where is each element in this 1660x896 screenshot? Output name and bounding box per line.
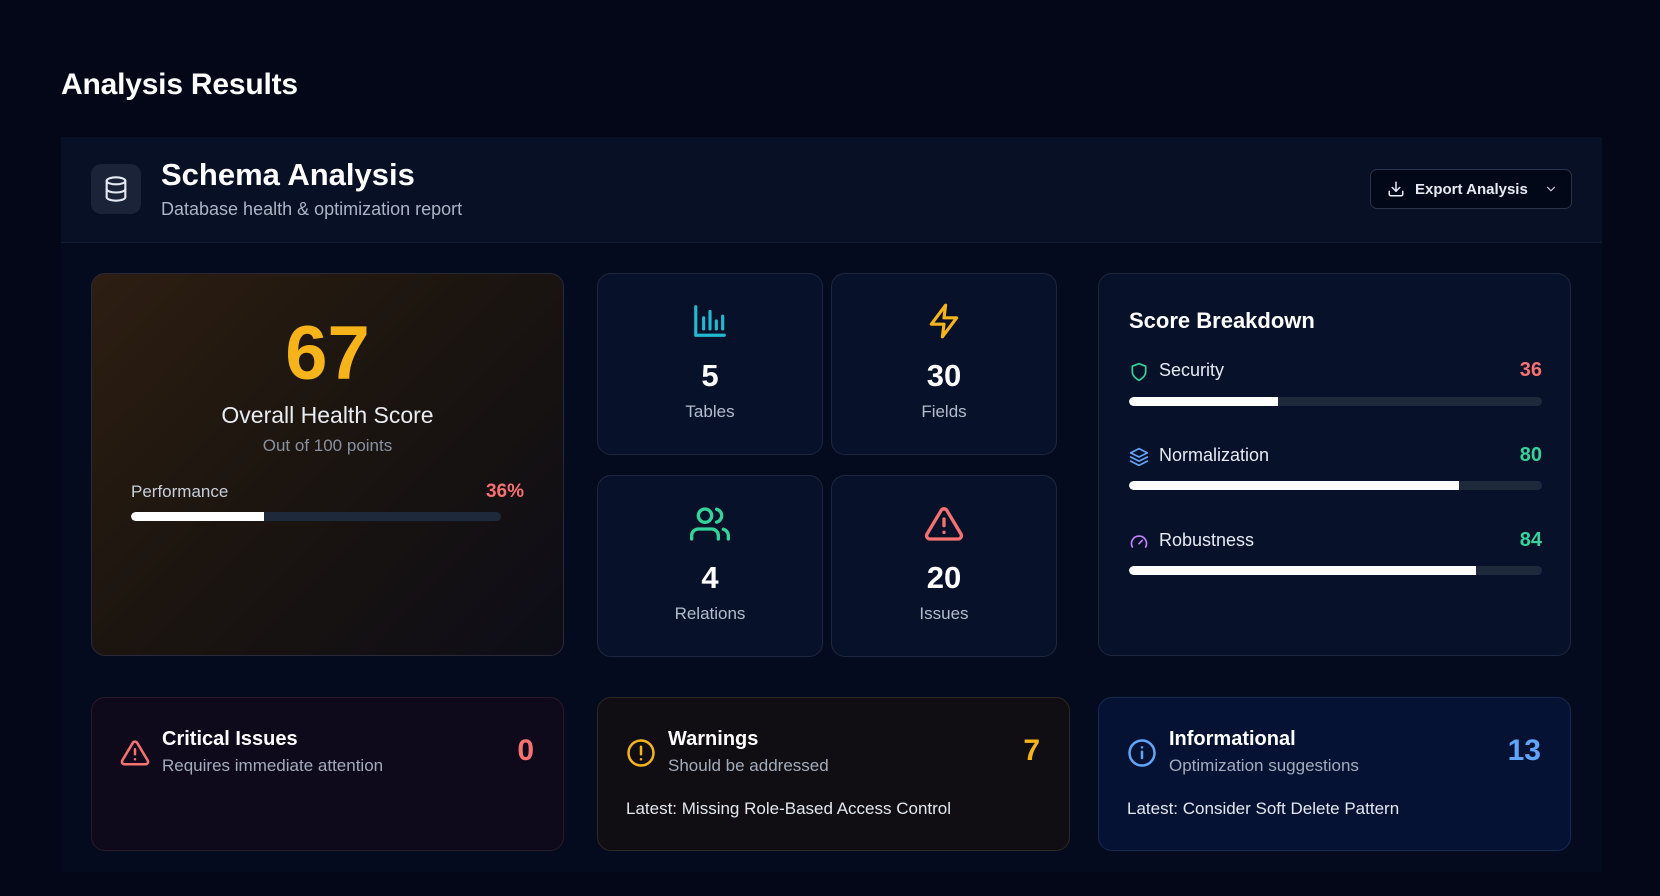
fields-label: Fields	[921, 402, 967, 421]
critical-issues-subtitle: Requires immediate attention	[162, 756, 384, 775]
critical-issues-card[interactable]: Critical Issues Requires immediate atten…	[91, 697, 564, 851]
score-breakdown-card: Score Breakdown Security 36 Normalizatio…	[1098, 273, 1571, 656]
security-value: 36	[1519, 359, 1542, 381]
robustness-value: 84	[1519, 529, 1542, 551]
health-score-sublabel: Out of 100 points	[262, 436, 393, 455]
security-label: Security	[1159, 360, 1225, 380]
critical-issues-title: Critical Issues	[162, 728, 298, 750]
fields-count: 30	[926, 358, 962, 393]
relations-label: Relations	[674, 604, 746, 623]
security-bar-fill	[1129, 397, 1278, 406]
issues-label: Issues	[919, 604, 969, 623]
performance-label: Performance	[131, 482, 229, 501]
bar-chart-icon	[598, 302, 822, 340]
chevron-down-icon	[1544, 182, 1558, 196]
performance-bar	[131, 512, 501, 521]
database-icon	[91, 164, 141, 214]
informational-subtitle: Optimization suggestions	[1169, 756, 1359, 775]
warnings-subtitle: Should be addressed	[668, 756, 829, 775]
normalization-label: Normalization	[1159, 445, 1270, 465]
informational-latest: Latest: Consider Soft Delete Pattern	[1127, 799, 1400, 818]
warnings-card[interactable]: Warnings Should be addressed 7 Latest: M…	[597, 697, 1070, 851]
score-breakdown-title: Score Breakdown	[1129, 308, 1315, 333]
stat-card-fields: 30 Fields	[831, 273, 1057, 455]
stat-card-relations: 4 Relations	[597, 475, 823, 657]
normalization-bar	[1129, 481, 1542, 490]
export-analysis-button[interactable]: Export Analysis	[1370, 169, 1572, 209]
stat-card-issues: 20 Issues	[831, 475, 1057, 657]
informational-title: Informational	[1169, 728, 1296, 750]
informational-count: 13	[1507, 734, 1541, 767]
shield-icon	[1129, 362, 1149, 387]
informational-card[interactable]: Informational Optimization suggestions 1…	[1098, 697, 1571, 851]
schema-analysis-subtitle: Database health & optimization report	[161, 199, 463, 219]
export-analysis-label: Export Analysis	[1415, 180, 1528, 198]
info-icon	[1127, 738, 1157, 773]
download-icon	[1387, 180, 1405, 198]
normalization-value: 80	[1519, 444, 1542, 466]
analysis-panel: Schema Analysis Database health & optimi…	[61, 137, 1602, 872]
warnings-title: Warnings	[668, 728, 759, 750]
performance-value: 36%	[485, 481, 524, 502]
health-score-value: 67	[285, 311, 370, 396]
alert-triangle-icon	[832, 504, 1056, 544]
panel-header: Schema Analysis Database health & optimi…	[61, 137, 1602, 243]
lightning-icon	[832, 302, 1056, 340]
layers-icon	[1129, 447, 1149, 472]
warnings-count: 7	[1023, 734, 1040, 767]
warnings-latest: Latest: Missing Role-Based Access Contro…	[626, 799, 952, 818]
alert-triangle-icon	[120, 738, 150, 773]
robustness-bar	[1129, 566, 1542, 575]
normalization-bar-fill	[1129, 481, 1460, 490]
gauge-icon	[1129, 532, 1149, 557]
issues-count: 20	[926, 560, 962, 595]
security-bar	[1129, 397, 1542, 406]
robustness-label: Robustness	[1159, 530, 1255, 550]
performance-bar-fill	[131, 512, 265, 521]
page-title: Analysis Results	[61, 68, 298, 101]
alert-circle-icon	[626, 738, 656, 773]
schema-analysis-title: Schema Analysis	[161, 157, 415, 192]
health-score-card: 67 Overall Health Score Out of 100 point…	[91, 273, 564, 656]
relations-count: 4	[701, 560, 719, 595]
stat-card-tables: 5 Tables	[597, 273, 823, 455]
tables-label: Tables	[685, 402, 735, 421]
critical-issues-count: 0	[517, 734, 534, 767]
users-icon	[598, 504, 822, 544]
health-score-label: Overall Health Score	[221, 402, 434, 428]
robustness-bar-fill	[1129, 566, 1476, 575]
tables-count: 5	[701, 358, 719, 393]
